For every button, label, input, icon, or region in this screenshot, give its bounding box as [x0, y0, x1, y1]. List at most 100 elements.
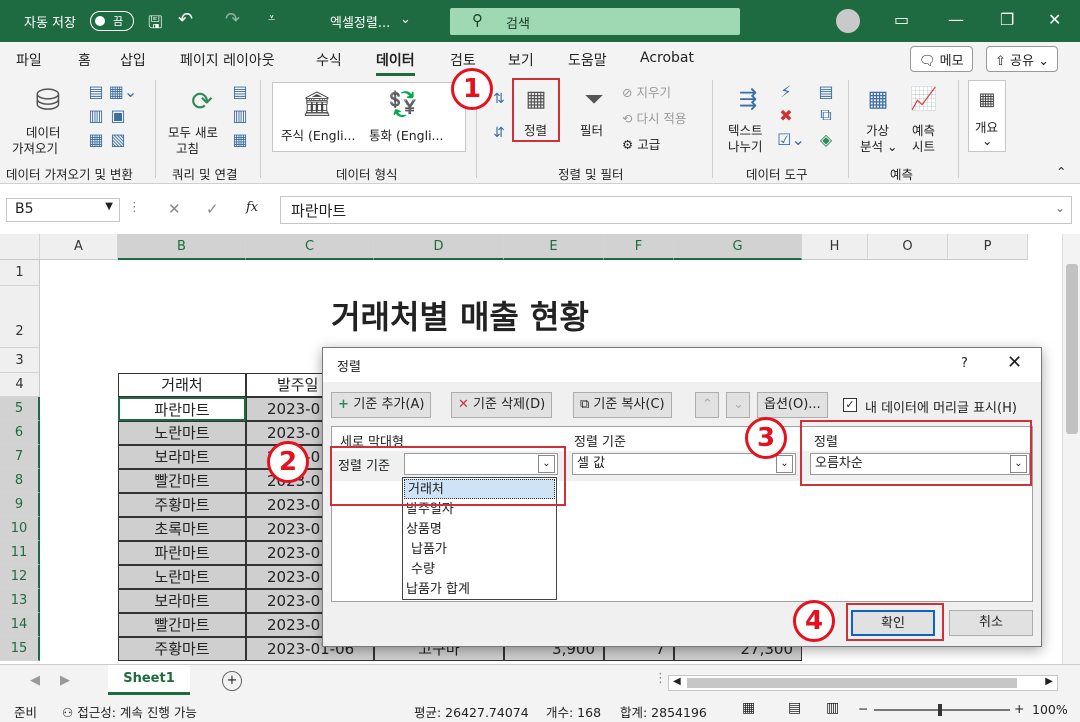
add-sheet-button[interactable]: +	[222, 671, 242, 691]
filename[interactable]: 엑셀정렬...	[330, 12, 390, 31]
row-header[interactable]: 4	[0, 373, 40, 397]
tab-view[interactable]: 보기	[508, 50, 534, 70]
formula-input[interactable]: 파란마트 ⌄	[280, 196, 1072, 224]
table-cell[interactable]: 초록마트	[118, 517, 246, 541]
zoom-level[interactable]: 100%	[1032, 702, 1068, 717]
row-header[interactable]: 5	[0, 397, 40, 421]
row-header[interactable]: 8	[0, 469, 40, 493]
table-cell[interactable]: 주황마트	[118, 493, 246, 517]
page-break-icon[interactable]: ▥	[826, 700, 839, 716]
tab-formulas[interactable]: 수식	[316, 50, 342, 70]
data-types-gallery[interactable]: 🏛 주식 (Engli... 💱 통화 (Engli...	[272, 82, 466, 152]
reapply-button[interactable]: ⟲ 다시 적용	[622, 108, 686, 127]
consolidate-icon[interactable]: ▤	[816, 82, 836, 101]
enter-icon[interactable]: ✓	[206, 200, 219, 218]
advanced-filter-button[interactable]: ⚙ 고급	[622, 134, 660, 153]
clear-filter-button[interactable]: ⊘ 지우기	[622, 82, 671, 101]
list-item[interactable]: 납품가 합계	[403, 580, 556, 600]
remove-duplicates-icon[interactable]: ✖	[776, 106, 796, 125]
queries-icon[interactable]: ▤	[230, 82, 250, 101]
zoom-out-icon[interactable]: −	[858, 701, 868, 716]
col-header-h[interactable]: H	[802, 234, 868, 260]
from-web-icon[interactable]: ▦⌄	[108, 82, 138, 101]
zoom-in-icon[interactable]: +	[1014, 701, 1024, 716]
row-header[interactable]: 12	[0, 565, 40, 589]
add-level-button[interactable]: + 기준 추가(A)	[331, 392, 432, 418]
tab-review[interactable]: 검토	[450, 50, 476, 70]
row-header[interactable]: 15	[0, 637, 40, 661]
normal-view-icon[interactable]: ▦	[742, 700, 755, 716]
table-cell-active[interactable]: 파란마트	[118, 397, 246, 421]
tab-sheet1[interactable]: Sheet1	[108, 665, 190, 695]
function-icon[interactable]: fx	[246, 200, 258, 215]
tab-file[interactable]: 파일	[16, 50, 42, 70]
data-validation-icon[interactable]: ☑⌄	[776, 130, 806, 149]
save-icon[interactable]: 🖫	[148, 10, 162, 39]
row-header[interactable]: 10	[0, 517, 40, 541]
row-header[interactable]: 9	[0, 493, 40, 517]
customize-icon[interactable]: ⩡	[268, 11, 275, 26]
tab-page-layout[interactable]: 페이지 레이아웃	[180, 50, 275, 70]
table-cell[interactable]: 빨간마트	[118, 613, 246, 637]
scroll-thumb[interactable]	[1066, 264, 1078, 434]
refresh-all-label-2[interactable]: 고침	[176, 138, 199, 157]
list-item[interactable]: 상품명	[403, 520, 556, 540]
col-header-g[interactable]: G	[674, 234, 802, 260]
minimize-icon[interactable]: —	[948, 10, 964, 29]
existing-connections-icon[interactable]: ▦	[86, 130, 106, 149]
move-down-button[interactable]: ⌄	[726, 392, 750, 418]
cancel-button[interactable]: 취소	[949, 610, 1033, 636]
what-if-label-2[interactable]: 분석 ⌄	[860, 136, 897, 155]
cancel-icon[interactable]: ✕	[168, 200, 181, 218]
search-box[interactable]: ⚲ 검색	[450, 8, 740, 35]
table-header-store[interactable]: 거래처	[118, 373, 246, 397]
row-header[interactable]: 11	[0, 541, 40, 565]
vertical-scrollbar[interactable]	[1062, 234, 1080, 664]
from-text-icon[interactable]: ▤	[86, 82, 106, 101]
col-header-b[interactable]: B	[118, 234, 246, 260]
avatar[interactable]	[836, 9, 860, 33]
help-button[interactable]: ?	[961, 356, 968, 371]
recent-sources-icon[interactable]: ▣	[108, 106, 128, 125]
chevron-down-icon[interactable]: ⌄	[400, 12, 411, 27]
restore-icon[interactable]: ❐	[1000, 10, 1014, 29]
row-header[interactable]: 6	[0, 421, 40, 445]
name-box[interactable]: B5 ▼	[6, 198, 120, 222]
table-cell[interactable]: 보라마트	[118, 589, 246, 613]
accessibility-status[interactable]: ⚇ 접근성: 계속 진행 가능	[62, 702, 197, 721]
text-to-columns-label-2[interactable]: 나누기	[728, 136, 763, 155]
undo-icon[interactable]: ↶	[178, 9, 193, 30]
close-icon[interactable]: ✕	[1048, 10, 1061, 29]
scroll-left-icon[interactable]: ◀	[673, 676, 681, 687]
autosave-toggle[interactable]: 끔	[90, 11, 134, 31]
scroll-right-icon[interactable]: ▶	[1045, 676, 1053, 687]
list-item[interactable]: 납품가	[403, 540, 556, 560]
tab-home[interactable]: 홈	[78, 50, 91, 70]
table-cell[interactable]: 보라마트	[118, 445, 246, 469]
data-model-icon[interactable]: ◈	[816, 130, 836, 149]
filter-button-label[interactable]: 필터	[580, 120, 603, 139]
table-cell[interactable]: 노란마트	[118, 565, 246, 589]
get-data-label-2[interactable]: 가져오기	[12, 138, 58, 157]
row-header[interactable]: 7	[0, 445, 40, 469]
table-cell[interactable]: 파란마트	[118, 541, 246, 565]
row-header[interactable]: 13	[0, 589, 40, 613]
table-cell[interactable]: 노란마트	[118, 421, 246, 445]
col-header-c[interactable]: C	[246, 234, 374, 260]
col-header-p[interactable]: P	[948, 234, 1028, 260]
header-checkbox-label[interactable]: 내 데이터에 머리글 표시(H)	[865, 397, 1017, 416]
list-item[interactable]: 수량	[403, 560, 556, 580]
table-cell[interactable]: 주황마트	[118, 637, 246, 661]
col-header-e[interactable]: E	[504, 234, 604, 260]
outline-button[interactable]: ▦ 개요 ⌄	[968, 80, 1006, 152]
from-table-icon[interactable]: ▥	[86, 106, 106, 125]
options-button[interactable]: 옵션(O)...	[757, 392, 828, 418]
close-icon[interactable]: ✕	[1007, 352, 1022, 373]
flash-fill-icon[interactable]: ⚡	[776, 82, 796, 101]
select-all[interactable]	[0, 234, 40, 260]
col-header-f[interactable]: F	[604, 234, 674, 260]
prev-sheet-icon[interactable]: ◀	[30, 673, 40, 688]
copy-level-button[interactable]: ⧉ 기준 복사(C)	[573, 392, 672, 418]
collapse-ribbon-icon[interactable]: ⌃	[1056, 164, 1066, 179]
col-header-d[interactable]: D	[374, 234, 504, 260]
